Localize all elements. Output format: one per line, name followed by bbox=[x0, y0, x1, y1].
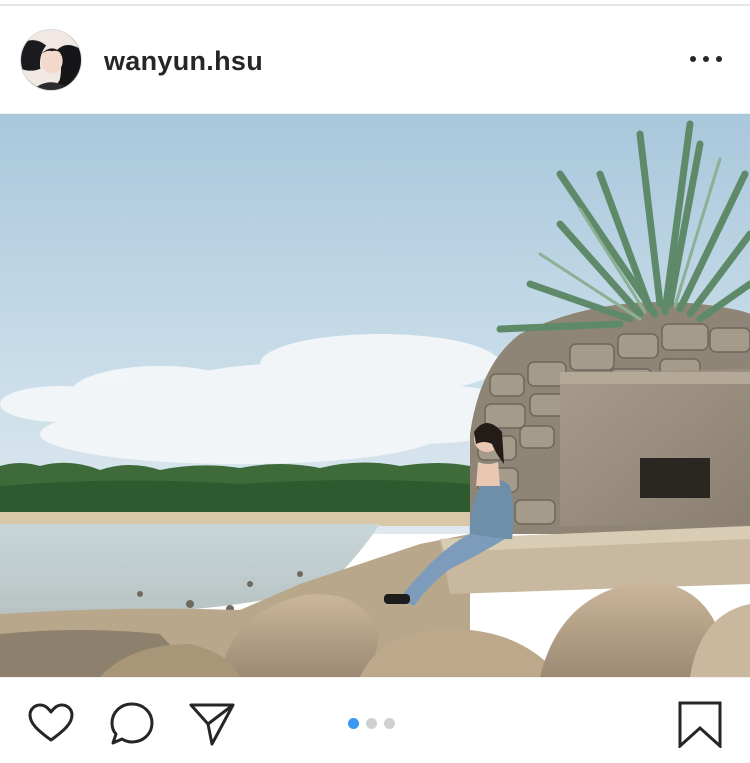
more-dot bbox=[716, 56, 722, 62]
more-dot bbox=[690, 56, 696, 62]
post-actions bbox=[0, 676, 750, 763]
avatar[interactable] bbox=[20, 29, 82, 91]
carousel-dot-active[interactable] bbox=[348, 718, 359, 729]
post-header: wanyun.hsu bbox=[0, 6, 750, 112]
carousel-dot[interactable] bbox=[384, 718, 395, 729]
more-options-icon[interactable] bbox=[690, 52, 722, 66]
username[interactable]: wanyun.hsu bbox=[104, 46, 263, 77]
beach-bunker-photo bbox=[0, 114, 750, 677]
carousel-indicator bbox=[348, 718, 395, 729]
send-icon[interactable] bbox=[188, 700, 236, 748]
bookmark-icon[interactable] bbox=[676, 700, 724, 750]
post-photo[interactable] bbox=[0, 113, 750, 678]
heart-icon[interactable] bbox=[27, 700, 75, 748]
carousel-dot[interactable] bbox=[366, 718, 377, 729]
comment-icon[interactable] bbox=[108, 700, 156, 748]
more-dot bbox=[703, 56, 709, 62]
